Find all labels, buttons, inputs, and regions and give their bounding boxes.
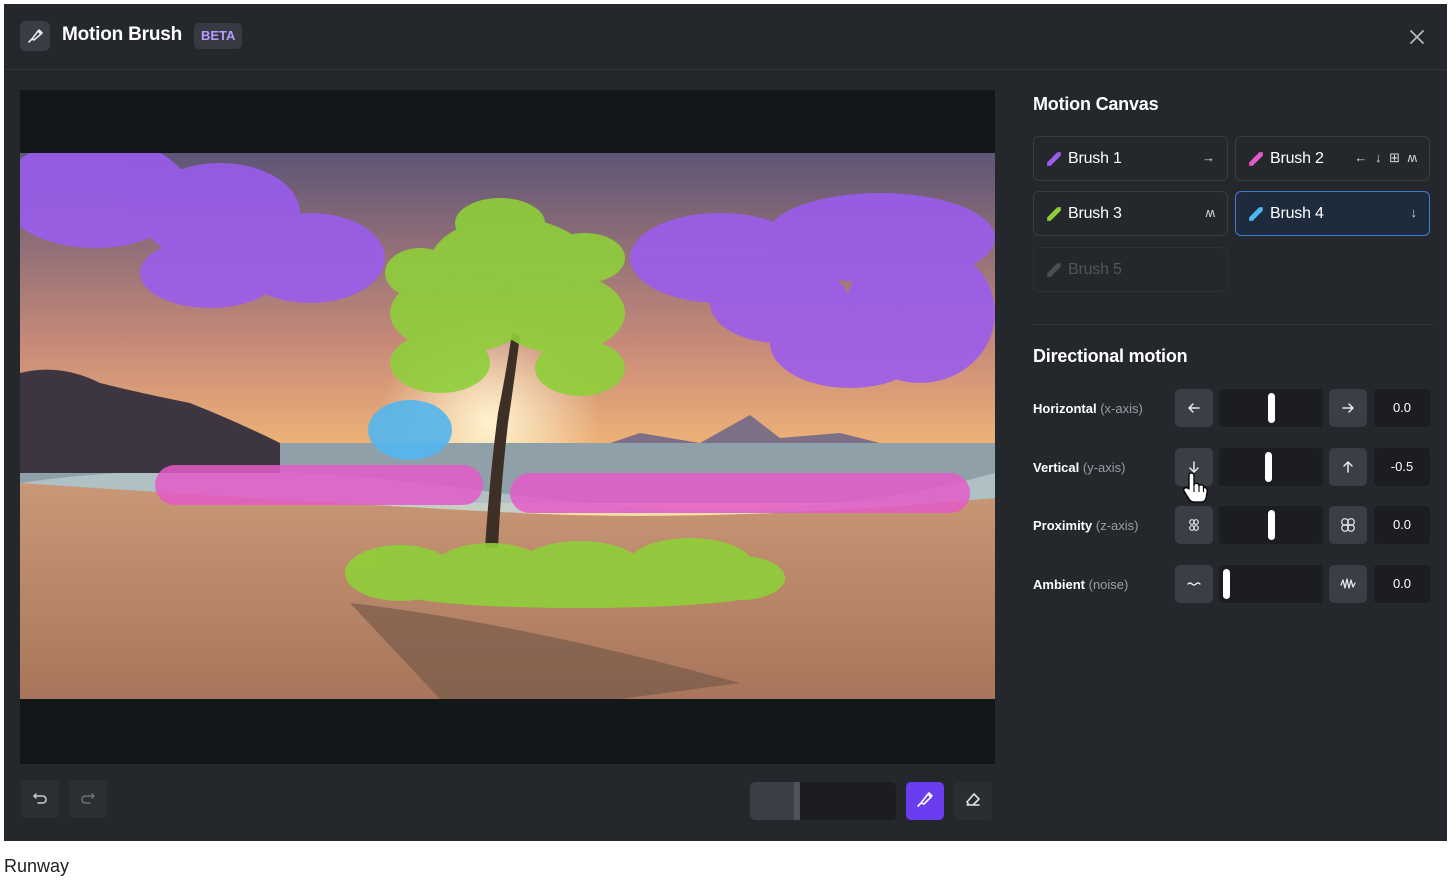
arrow-left-icon <box>1188 403 1200 413</box>
proximity-label-text: Proximity <box>1033 518 1093 533</box>
brush-4-icon <box>1249 207 1263 221</box>
motion-brush-window: Motion Brush BETA Motion Canvas Brush 1 … <box>4 4 1447 841</box>
brush-3-motion-icons: ʍ <box>1205 205 1217 220</box>
ambient-label: Ambient (noise) <box>1033 577 1128 592</box>
hand-cursor-icon <box>1183 472 1208 503</box>
expand-icon <box>1341 518 1355 532</box>
brush-4-label: Brush 4 <box>1270 205 1324 222</box>
ambient-low-button[interactable] <box>1175 565 1213 603</box>
beta-badge: BETA <box>194 23 243 49</box>
horizontal-slider[interactable] <box>1219 389 1323 427</box>
ambient-label-text: Ambient <box>1033 577 1085 592</box>
ambient-slider[interactable] <box>1219 565 1323 603</box>
proximity-expand-button[interactable] <box>1329 506 1367 544</box>
brush-5-button[interactable]: Brush 5 <box>1033 247 1228 292</box>
directional-motion-title: Directional motion <box>1033 346 1188 366</box>
high-noise-icon <box>1340 578 1356 589</box>
brush-1-label: Brush 1 <box>1068 150 1122 167</box>
proximity-shrink-button[interactable] <box>1175 506 1213 544</box>
vertical-label-text: Vertical <box>1033 460 1080 475</box>
brush-5-label: Brush 5 <box>1068 261 1122 278</box>
brush-1-icon <box>1047 152 1061 166</box>
horizontal-slider-thumb[interactable] <box>1267 393 1275 423</box>
vertical-value[interactable]: -0.5 <box>1374 448 1430 486</box>
brush-1-motion-icons: → <box>1202 150 1217 165</box>
brush-size-fill <box>750 782 794 820</box>
header: Motion Brush BETA <box>4 4 1447 70</box>
arrow-up-icon <box>1343 461 1353 473</box>
brush-3-label: Brush 3 <box>1068 205 1122 222</box>
brush-4-button[interactable]: Brush 4 ↓ <box>1235 191 1430 236</box>
vertical-slider[interactable] <box>1219 448 1323 486</box>
horizontal-value[interactable]: 0.0 <box>1374 389 1430 427</box>
horizontal-right-button[interactable] <box>1329 389 1367 427</box>
brush-4-motion-icons: ↓ <box>1410 205 1419 220</box>
brush-tool-button[interactable] <box>906 782 944 820</box>
vertical-slider-thumb[interactable] <box>1264 452 1272 482</box>
undo-icon <box>31 788 49 811</box>
ambient-value[interactable]: 0.0 <box>1374 565 1430 603</box>
horizontal-label: Horizontal (x-axis) <box>1033 401 1143 416</box>
proximity-label: Proximity (z-axis) <box>1033 518 1138 533</box>
proximity-axis-text: (z-axis) <box>1095 518 1139 533</box>
settings-panel: Motion Canvas Brush 1 → Brush 2 ← ↓ ⊞ ʍ … <box>1014 74 1447 834</box>
window-title: Motion Brush <box>62 24 183 45</box>
low-noise-icon <box>1187 582 1201 586</box>
beach-scene-image[interactable] <box>20 153 995 699</box>
motion-canvas-area[interactable] <box>20 90 995 764</box>
eraser-button[interactable] <box>954 782 992 820</box>
brush-2-label: Brush 2 <box>1270 150 1324 167</box>
source-caption: Runway <box>4 856 70 876</box>
ambient-axis-text: (noise) <box>1088 577 1129 592</box>
proximity-value[interactable]: 0.0 <box>1374 506 1430 544</box>
brush-5-icon <box>1047 263 1061 277</box>
brush-3-button[interactable]: Brush 3 ʍ <box>1033 191 1228 236</box>
brush-2-motion-icons: ← ↓ ⊞ ʍ <box>1354 150 1419 165</box>
brush-2-button[interactable]: Brush 2 ← ↓ ⊞ ʍ <box>1235 136 1430 181</box>
shrink-icon <box>1189 519 1199 531</box>
proximity-slider-thumb[interactable] <box>1267 510 1275 540</box>
close-icon[interactable] <box>1404 24 1430 50</box>
proximity-slider[interactable] <box>1219 506 1323 544</box>
horizontal-left-button[interactable] <box>1175 389 1213 427</box>
undo-button[interactable] <box>21 780 59 818</box>
brush-size-slider[interactable] <box>750 782 896 820</box>
ambient-slider-thumb[interactable] <box>1223 569 1230 599</box>
redo-button[interactable] <box>69 780 107 818</box>
brush-3-icon <box>1047 207 1061 221</box>
horizontal-label-text: Horizontal <box>1033 401 1097 416</box>
brush-icon <box>20 21 50 51</box>
redo-icon <box>79 788 97 811</box>
arrow-right-icon <box>1342 403 1354 413</box>
horizontal-axis-text: (x-axis) <box>1100 401 1143 416</box>
ambient-high-button[interactable] <box>1329 565 1367 603</box>
brush-tool-icon <box>915 789 935 814</box>
vertical-label: Vertical (y-axis) <box>1033 460 1126 475</box>
vertical-axis-text: (y-axis) <box>1082 460 1126 475</box>
panel-divider <box>1033 324 1433 325</box>
brush-size-handle[interactable] <box>794 782 800 820</box>
motion-canvas-title: Motion Canvas <box>1033 94 1159 114</box>
brush-1-button[interactable]: Brush 1 → <box>1033 136 1228 181</box>
eraser-icon <box>963 789 983 814</box>
brush-2-icon <box>1249 152 1263 166</box>
vertical-up-button[interactable] <box>1329 448 1367 486</box>
